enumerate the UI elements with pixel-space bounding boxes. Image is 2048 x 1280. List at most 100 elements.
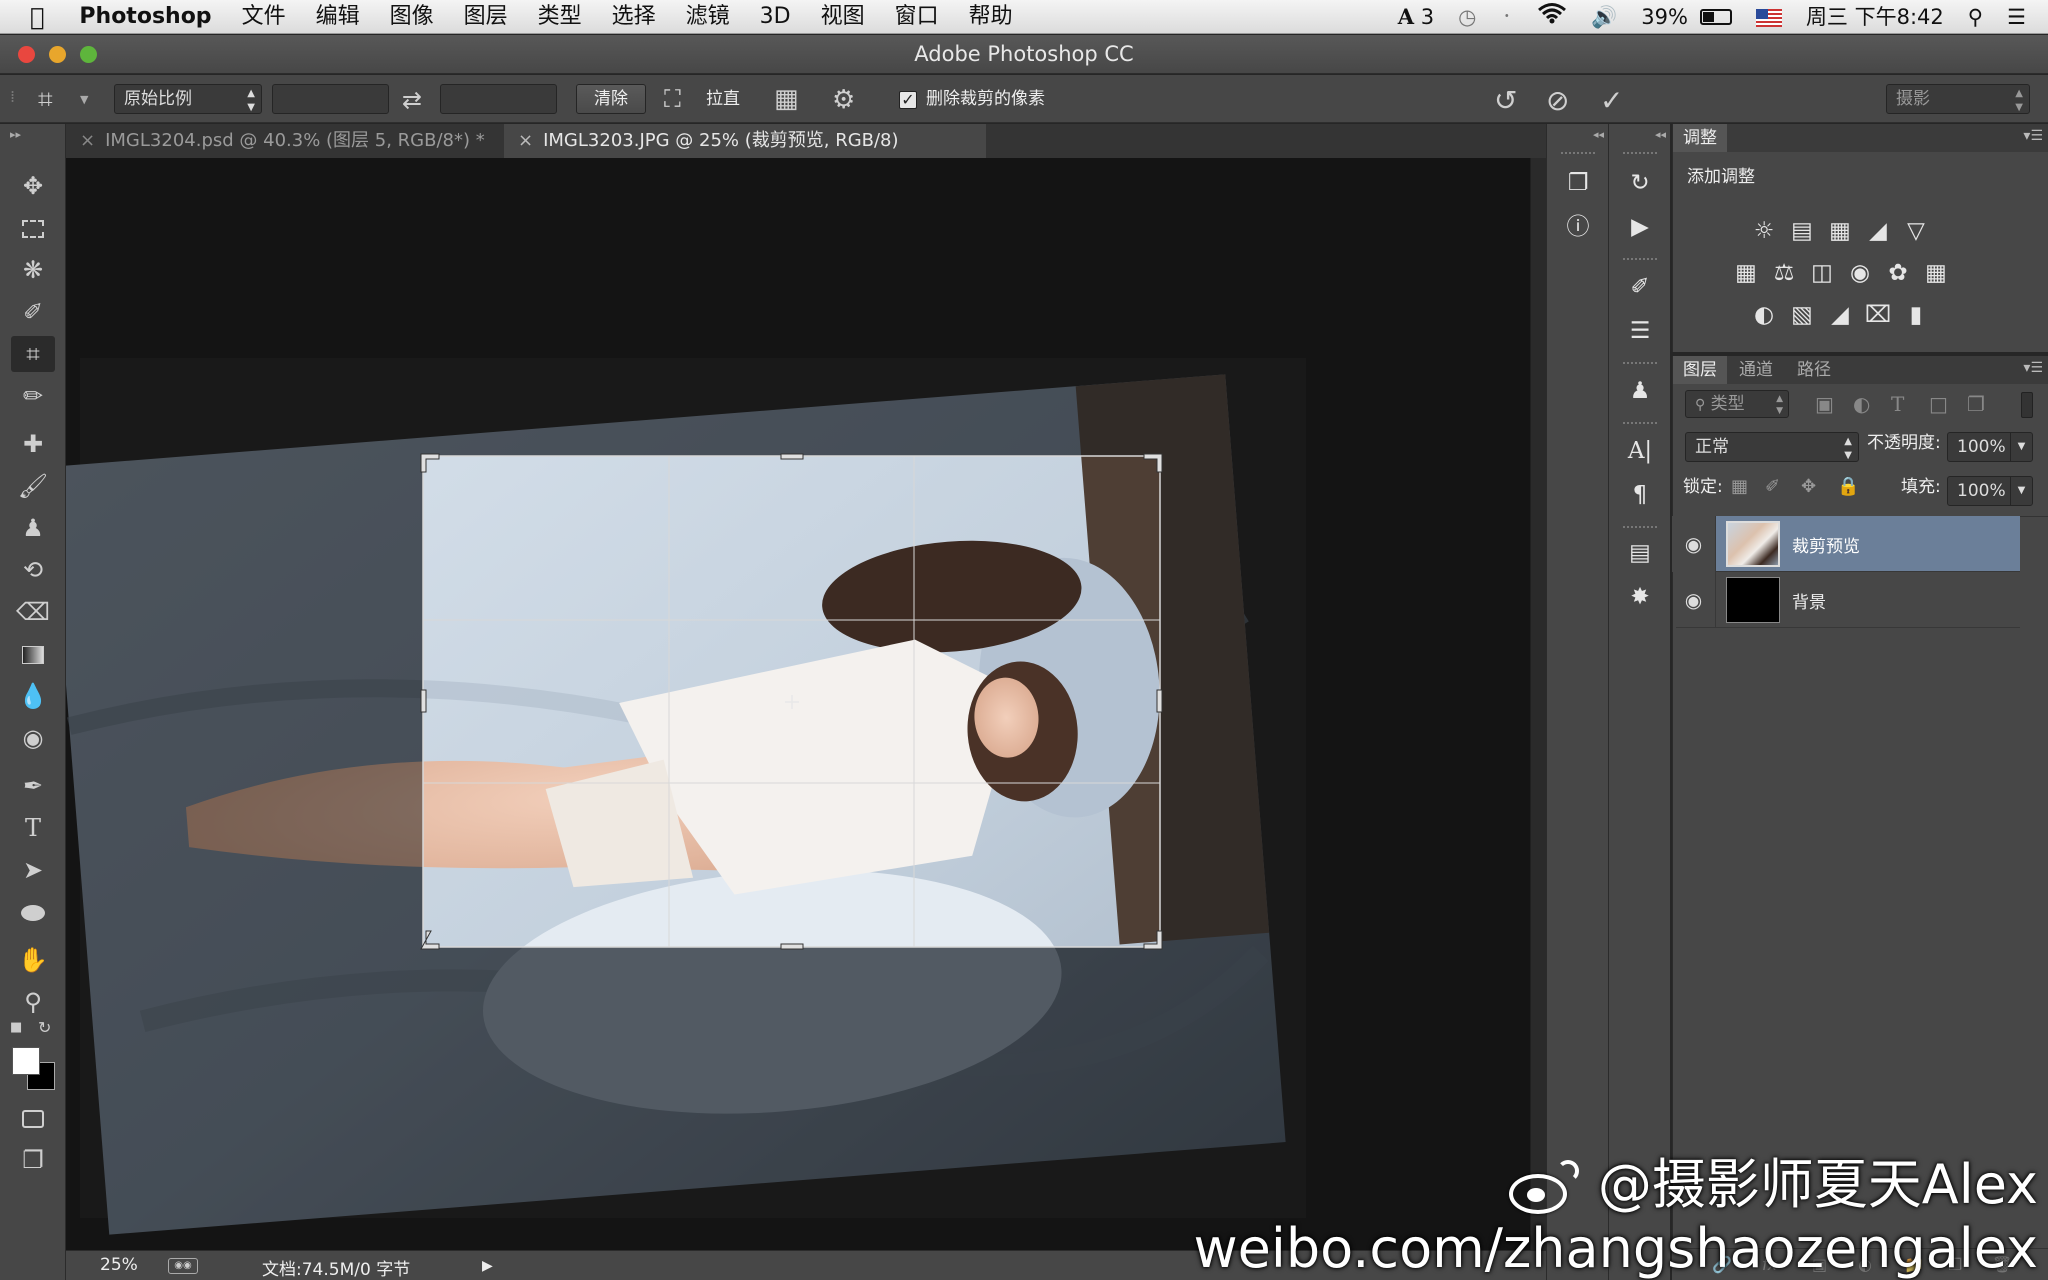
vibrance-icon[interactable]: ▽	[1901, 216, 1931, 246]
commit-crop-icon[interactable]: ✓	[1600, 87, 1623, 115]
menu-view[interactable]: 视图	[806, 0, 880, 34]
crop-ratio-select[interactable]: 原始比例 ▲ ▼	[114, 84, 262, 114]
menubar-clock[interactable]: 周三 下午8:42	[1794, 0, 1956, 34]
blend-mode-select[interactable]: 正常 ▲ ▼	[1685, 432, 1859, 462]
wifi-icon[interactable]	[1525, 0, 1579, 34]
filter-shape-icon[interactable]: □	[1929, 394, 1948, 414]
spotlight-search-icon[interactable]: ⚲	[1956, 0, 1995, 34]
curves-icon[interactable]: ▦	[1825, 216, 1855, 246]
tab-document-1[interactable]: × IMGL3204.psd @ 40.3% (图层 5, RGB/8*) *	[66, 124, 496, 158]
vertical-scrollbar[interactable]	[1530, 158, 1546, 1250]
clear-button[interactable]: 清除	[576, 84, 646, 114]
paragraph-panel-icon[interactable]: ¶	[1625, 480, 1655, 510]
menu-edit[interactable]: 编辑	[301, 0, 375, 34]
layer-row-background[interactable]: ◉ 背景	[1676, 572, 2020, 628]
lock-pixels-icon[interactable]: ✐	[1765, 478, 1780, 496]
straighten-label[interactable]: 拉直	[706, 84, 740, 114]
gear-icon[interactable]: ⚙	[832, 87, 855, 113]
delete-cropped-checkbox[interactable]: ✓	[899, 91, 917, 109]
threshold-icon[interactable]: ◢	[1825, 300, 1855, 330]
quick-selection-tool-icon[interactable]: ✐	[11, 294, 55, 330]
pen-tool-icon[interactable]: ✒	[11, 768, 55, 804]
histogram-icon[interactable]: ▤	[1625, 538, 1655, 568]
type-tool-icon[interactable]: T	[11, 810, 55, 846]
tab-document-2[interactable]: × IMGL3203.JPG @ 25% (裁剪预览, RGB/8)	[504, 124, 986, 158]
quick-mask-icon[interactable]	[11, 1100, 55, 1136]
tab-channels[interactable]: 通道	[1729, 356, 1783, 384]
chevron-down-icon[interactable]: ▼	[80, 94, 88, 105]
opacity-input[interactable]: 100% ▼	[1947, 432, 2033, 462]
move-tool-icon[interactable]: ✥	[11, 168, 55, 204]
filter-toggle[interactable]	[2021, 392, 2033, 418]
channel-mixer-icon[interactable]: ✿	[1883, 258, 1913, 288]
tab-adjustments[interactable]: 调整	[1673, 124, 1727, 152]
chevron-down-icon[interactable]: ▼	[2010, 433, 2032, 461]
hand-tool-icon[interactable]: ✋	[11, 942, 55, 978]
chevron-down-icon[interactable]: ▼	[2010, 477, 2032, 505]
battery-icon[interactable]	[1699, 8, 1732, 25]
lasso-tool-icon[interactable]: ❋	[11, 252, 55, 288]
status-glyph-icon[interactable]: ◉◉	[168, 1258, 198, 1274]
exposure-icon[interactable]: ◢	[1863, 216, 1893, 246]
crop-tool-icon[interactable]: ⌗	[11, 336, 55, 372]
crop-preview-image[interactable]	[66, 158, 1546, 1250]
delete-cropped-label[interactable]: 删除裁剪的像素	[926, 84, 1045, 114]
zoom-window-button[interactable]	[80, 46, 97, 63]
panel-menu-icon[interactable]: ▾☰	[2023, 128, 2043, 144]
zoom-tool-icon[interactable]: ⚲	[11, 984, 55, 1020]
input-source-flag-icon[interactable]	[1744, 0, 1794, 34]
path-selection-tool-icon[interactable]: ➤	[11, 852, 55, 888]
reset-crop-icon[interactable]: ↺	[1494, 87, 1517, 115]
lock-all-icon[interactable]: 🔒	[1837, 478, 1859, 496]
volume-icon[interactable]: 🔊	[1579, 0, 1629, 34]
brush-presets-icon[interactable]: ✐	[1625, 272, 1655, 302]
document-canvas[interactable]	[66, 158, 1546, 1250]
swap-colors-icon[interactable]: ↻	[38, 1018, 51, 1037]
photo-filter-icon[interactable]: ◉	[1845, 258, 1875, 288]
close-tab-icon[interactable]: ×	[518, 130, 533, 151]
gradient-tool-icon[interactable]	[11, 636, 55, 672]
brush-settings-icon[interactable]: ☰	[1625, 316, 1655, 346]
ellipse-tool-icon[interactable]	[11, 894, 55, 930]
dodge-tool-icon[interactable]: ◉	[11, 720, 55, 756]
layer-name[interactable]: 裁剪预览	[1792, 532, 1860, 557]
brightness-icon[interactable]: ☼	[1749, 216, 1779, 246]
filter-type-icon[interactable]: T	[1891, 394, 1904, 414]
cancel-crop-icon[interactable]: ⊘	[1546, 87, 1569, 115]
menu-select[interactable]: 选择	[597, 0, 671, 34]
levels-icon[interactable]: ▤	[1787, 216, 1817, 246]
character-panel-icon[interactable]: A|	[1625, 436, 1655, 466]
navigator-icon[interactable]: ✸	[1625, 582, 1655, 612]
crop-width-input[interactable]	[272, 84, 389, 114]
time-machine-icon[interactable]: ◷	[1446, 0, 1488, 34]
collapse-strip-icon[interactable]: ◂◂	[1655, 128, 1666, 141]
layer-row-crop-preview[interactable]: ◉ 裁剪预览	[1672, 516, 2020, 572]
clone-stamp-tool-icon[interactable]: ♟	[11, 510, 55, 546]
info-icon[interactable]: ⓘ	[1563, 212, 1593, 242]
menu-image[interactable]: 图像	[375, 0, 449, 34]
menu-type[interactable]: 类型	[523, 0, 597, 34]
marquee-tool-icon[interactable]	[11, 210, 55, 246]
filter-pixel-icon[interactable]: ▣	[1815, 394, 1834, 414]
fill-input[interactable]: 100% ▼	[1947, 476, 2033, 506]
close-tab-icon[interactable]: ×	[80, 130, 95, 151]
menu-window[interactable]: 窗口	[880, 0, 954, 34]
posterize-icon[interactable]: ▧	[1787, 300, 1817, 330]
menu-help[interactable]: 帮助	[954, 0, 1028, 34]
tab-paths[interactable]: 路径	[1787, 356, 1841, 384]
invert-icon[interactable]: ◐	[1749, 300, 1779, 330]
healing-brush-tool-icon[interactable]: ✚	[11, 426, 55, 462]
lock-transparent-icon[interactable]: ▦	[1731, 478, 1748, 496]
close-window-button[interactable]	[18, 46, 35, 63]
crop-tool-preset-icon[interactable]: ⌗	[38, 87, 53, 113]
minimize-window-button[interactable]	[49, 46, 66, 63]
selective-color-icon[interactable]: ⌧	[1863, 300, 1893, 330]
eraser-tool-icon[interactable]: ⌫	[11, 594, 55, 630]
layer-filter-select[interactable]: ⚲ 类型 ▲ ▼	[1685, 390, 1789, 418]
lock-position-icon[interactable]: ✥	[1801, 478, 1816, 496]
default-colors-icon[interactable]: ■	[10, 1020, 22, 1035]
history-icon[interactable]: ↻	[1625, 168, 1655, 198]
apple-icon[interactable]: 	[0, 0, 64, 34]
color-lookup-icon[interactable]: ▦	[1921, 258, 1951, 288]
filter-adjustment-icon[interactable]: ◐	[1853, 394, 1870, 414]
